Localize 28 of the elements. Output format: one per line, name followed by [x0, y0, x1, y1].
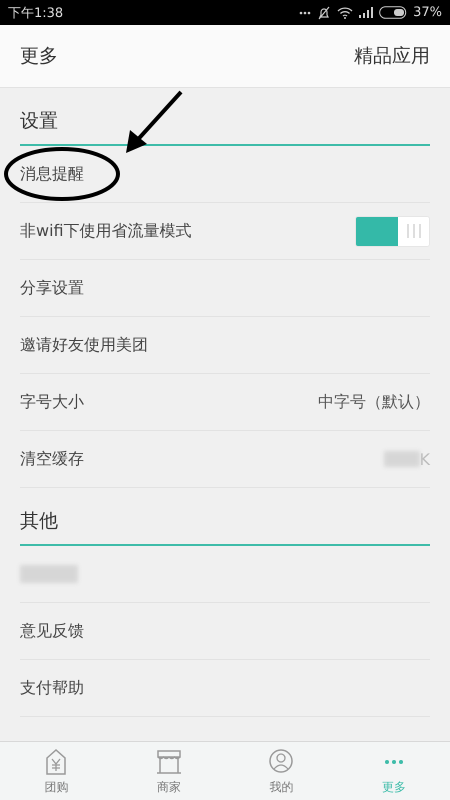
annotation-arrow: [126, 90, 182, 153]
more-icon: [384, 760, 404, 764]
section-title: 其他: [20, 488, 430, 546]
battery-percent: 37%: [413, 5, 442, 20]
setting-label[interactable]: 意见反馈: [20, 620, 84, 642]
blurred-text: [384, 451, 420, 467]
setting-label[interactable]: 清空缓存: [20, 448, 84, 470]
status-time: 下午1:38: [8, 4, 64, 22]
more-dots-icon: [299, 10, 312, 14]
setting-label[interactable]: 分享设置: [20, 278, 84, 298]
featured-apps-link[interactable]: 精品应用: [354, 43, 430, 69]
setting-label[interactable]: 非wifi下使用省流量模式: [20, 220, 192, 242]
tab-button[interactable]: 商家: [112, 742, 225, 800]
battery-icon: [379, 6, 408, 19]
muted-bell-icon: [317, 6, 332, 20]
setting-label[interactable]: 字号大小: [20, 392, 84, 412]
tab-button[interactable]: 我的: [225, 742, 338, 800]
setting-value: 中字号（默认）: [318, 392, 430, 412]
grip-lines-icon: [406, 224, 420, 238]
wifi-icon: [337, 6, 354, 18]
tab-button[interactable]: 团购: [0, 742, 112, 800]
setting-label[interactable]: 消息提醒: [20, 164, 84, 184]
setting-label[interactable]: 邀请好友使用美团: [20, 334, 148, 356]
toggle-switch[interactable]: [355, 216, 430, 246]
signal-icon: [359, 7, 374, 18]
blurred-text: [20, 565, 78, 583]
page-title: 更多: [20, 44, 58, 69]
setting-label[interactable]: 支付帮助: [20, 678, 84, 698]
